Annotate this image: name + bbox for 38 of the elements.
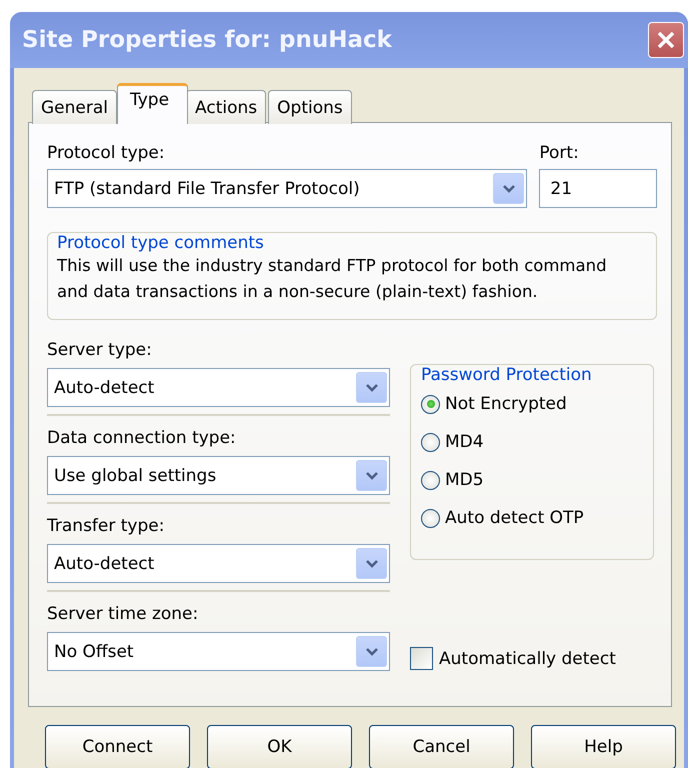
protocol-type-dropdown[interactable]: FTP (standard File Transfer Protocol) bbox=[47, 169, 528, 208]
checkbox[interactable] bbox=[410, 647, 433, 670]
close-icon[interactable] bbox=[648, 22, 684, 58]
radio-button[interactable] bbox=[421, 470, 440, 490]
dropdown[interactable]: Use global settings bbox=[47, 456, 390, 495]
field-label: Server type: bbox=[47, 340, 153, 362]
field-label: Protocol type: bbox=[47, 143, 166, 165]
field-label: Data connection type: bbox=[47, 428, 237, 450]
radio-button[interactable] bbox=[421, 432, 440, 452]
dialog-button[interactable]: Help bbox=[531, 725, 676, 768]
checkbox-label[interactable]: Automatically detect bbox=[439, 648, 616, 668]
tab[interactable]: Options bbox=[268, 90, 352, 124]
combo-value: No Offset bbox=[54, 642, 135, 662]
port-field[interactable]: 21 bbox=[539, 169, 657, 208]
tab[interactable]: Actions bbox=[186, 90, 266, 124]
field-label: Port: bbox=[539, 143, 580, 165]
dropdown[interactable]: Auto-detect bbox=[47, 544, 390, 583]
dropdown[interactable]: No Offset bbox=[47, 632, 390, 671]
tab[interactable]: Type bbox=[117, 83, 188, 124]
radio-label[interactable]: Auto detect OTP bbox=[445, 508, 584, 528]
dialog-button[interactable]: Connect bbox=[45, 725, 190, 768]
field-label: Transfer type: bbox=[47, 516, 166, 538]
radio-label[interactable]: MD5 bbox=[445, 470, 484, 490]
dropdown[interactable]: Auto-detect bbox=[47, 368, 390, 407]
tab[interactable]: General bbox=[32, 90, 117, 124]
dialog-button[interactable]: OK bbox=[207, 725, 352, 768]
radio-button[interactable] bbox=[421, 508, 440, 528]
window-title: Site Properties for: pnuHack bbox=[22, 27, 394, 53]
combo-value: Auto-detect bbox=[54, 554, 156, 574]
combo-value: Auto-detect bbox=[54, 378, 156, 398]
radio-button[interactable] bbox=[421, 394, 440, 414]
radio-label[interactable]: MD4 bbox=[445, 432, 484, 452]
dialog-button[interactable]: Cancel bbox=[369, 725, 514, 768]
combo-value: FTP (standard File Transfer Protocol) bbox=[54, 178, 361, 198]
combo-value: Use global settings bbox=[54, 466, 218, 486]
radio-label[interactable]: Not Encrypted bbox=[445, 394, 567, 414]
comments-text: This will use the industry standard FTP protocol for both command and data transactions in a non-secure (plain-text) fashion. bbox=[57, 255, 608, 303]
field-label: Server time zone: bbox=[47, 604, 200, 626]
